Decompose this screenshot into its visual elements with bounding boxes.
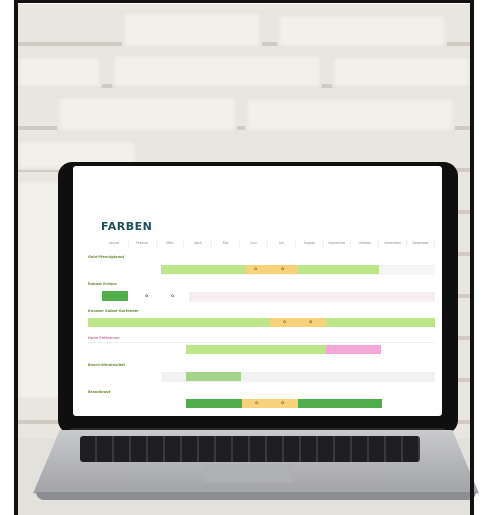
keyboard [80,436,420,462]
flower-icon: ✿ [255,400,259,405]
bar-segment [186,372,241,381]
page-title: FARBEN [101,220,153,233]
brick [277,14,447,48]
month-label: April [184,239,213,247]
bar-segment [325,318,435,327]
flower-icon: ✿ [171,293,175,298]
bar-segment [242,399,298,408]
bar-segment [186,399,242,408]
month-label: Dezember [407,239,435,247]
month-label: Mai [212,239,241,247]
flower-icon: ✿ [283,319,287,324]
bar-segment [270,318,325,327]
month-label: Oktober [351,239,380,247]
bar-segment [88,318,270,327]
laptop-base-edge [36,492,476,500]
bar-segment [298,399,382,408]
row-track [189,292,435,302]
month-label: September [324,239,352,247]
bar-segment [297,265,379,274]
bar-segment [186,345,326,354]
flower-icon: ✿ [281,266,285,271]
laptop-screen: FARBEN Januar Februar März April Mai Jun… [73,166,442,416]
divider [88,342,435,343]
flower-icon: ✿ [281,400,285,405]
month-label: Juli [268,239,296,247]
brick [112,54,322,88]
flower-icon: ✿ [254,266,258,271]
flower-icon: ✿ [145,293,149,298]
row-label: Knusser Salbei-Gartender [88,309,139,313]
frame-border [470,0,474,515]
row-label: Gold-Pfennigkraut [88,255,125,259]
bar-segment [102,291,128,301]
brick [245,98,455,132]
bar-segment [245,265,297,274]
flower-icon: ✿ [309,319,313,324]
brick [57,96,237,132]
month-label: Juni [240,239,268,247]
trackpad [205,464,293,482]
bar-segment [326,345,381,354]
month-label: März [157,239,185,247]
month-header: Januar Februar März April Mai Juni Juli … [101,239,435,247]
frame-border [14,0,474,3]
frame-border [14,0,18,515]
bar-segment [161,265,245,274]
row-label: Brandkraut [88,390,111,394]
photo: FARBEN Januar Februar März April Mai Jun… [0,0,488,515]
month-label: August [296,239,324,247]
row-label: Robust Erdnus [88,282,117,286]
month-label: November [379,239,408,247]
brick [332,56,471,88]
month-label: Februar [129,239,157,247]
row-label: Busch-Windrosllelt [88,363,126,367]
month-label: Januar [101,239,129,247]
brick [122,12,262,48]
brick [17,56,102,88]
row-label: Hohe Fetthenne [88,336,120,340]
